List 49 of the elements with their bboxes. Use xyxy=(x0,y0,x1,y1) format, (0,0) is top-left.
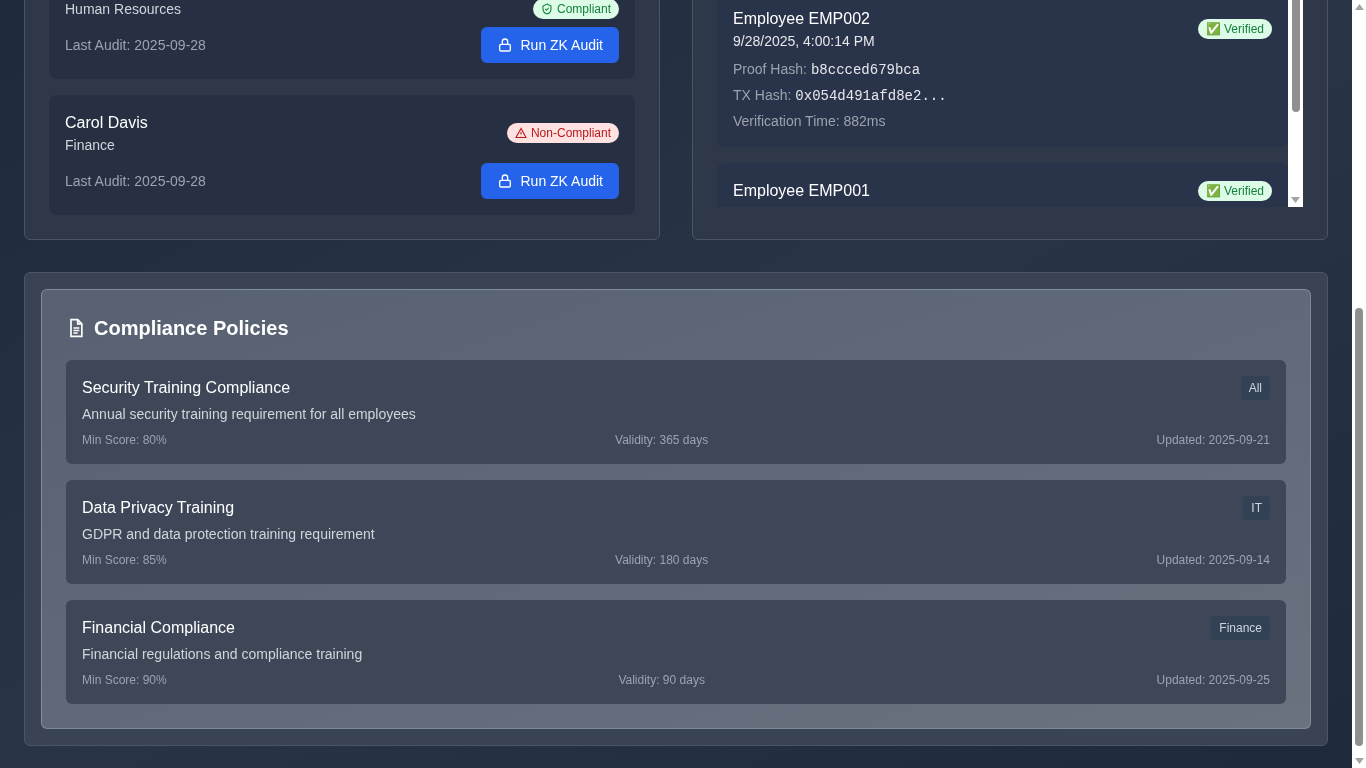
scrollbar[interactable] xyxy=(1288,0,1303,207)
employee-id: Employee EMP001 xyxy=(733,181,870,201)
section-title: Compliance Policies xyxy=(94,316,289,341)
scrollbar-thumb[interactable] xyxy=(1291,0,1300,112)
department: Finance xyxy=(65,136,116,155)
lock-icon xyxy=(496,173,513,189)
validity: Validity: 365 days xyxy=(615,432,709,448)
page-scrollbar[interactable] xyxy=(1352,0,1366,768)
employee-name: Carol Davis xyxy=(65,113,148,133)
department-tag: IT xyxy=(1243,496,1270,520)
scroll-up-icon[interactable] xyxy=(1354,4,1364,10)
validity: Validity: 90 days xyxy=(618,672,705,688)
min-score: Min Score: 85% xyxy=(82,552,167,568)
status-badge: Compliant xyxy=(532,0,619,19)
scroll-down-icon[interactable] xyxy=(1291,197,1300,203)
shield-check-icon xyxy=(540,3,553,15)
employee-id: Employee EMP002 xyxy=(733,9,871,29)
policy-name: Data Privacy Training xyxy=(82,498,235,518)
timestamp: 9/28/2025, 4:00:14 PM xyxy=(733,32,875,51)
lock-icon xyxy=(496,37,513,53)
verification-time: Verification Time: 882ms xyxy=(733,112,887,131)
updated-date: Updated: 2025-09-25 xyxy=(1156,672,1270,688)
hash-value: 0x054d491afd8e2... xyxy=(795,87,947,106)
policy-description: Financial regulations and compliance training xyxy=(82,645,364,664)
updated-date: Updated: 2025-09-14 xyxy=(1156,552,1270,568)
status-badge: Non-Compliant xyxy=(506,123,619,143)
updated-date: Updated: 2025-09-21 xyxy=(1156,432,1270,448)
min-score: Min Score: 80% xyxy=(82,432,167,448)
audit-button[interactable]: Run ZK Audit xyxy=(480,163,619,199)
department: Human Resources xyxy=(65,0,181,19)
min-score: Min Score: 90% xyxy=(82,672,167,688)
warning-icon xyxy=(514,127,527,139)
department-tag: All xyxy=(1240,376,1270,400)
department-tag: Finance xyxy=(1211,616,1270,640)
scroll-down-icon[interactable] xyxy=(1354,758,1364,764)
scrollbar-thumb[interactable] xyxy=(1355,308,1363,746)
verified-badge: ✅ Verified xyxy=(1197,19,1272,39)
last-audit: Last Audit: 2025-09-28 xyxy=(65,36,206,55)
label: TX Hash: xyxy=(733,86,792,105)
verified-badge: ✅ Verified xyxy=(1197,181,1272,201)
policy-description: Annual security training requirement for all employees xyxy=(82,405,417,424)
hash-value: b8ccced679bca xyxy=(810,61,921,80)
audit-button[interactable]: Run ZK Audit xyxy=(480,27,619,63)
policy-name: Financial Compliance xyxy=(82,618,235,638)
last-audit: Last Audit: 2025-09-28 xyxy=(65,172,206,191)
validity: Validity: 180 days xyxy=(615,552,709,568)
label: Proof Hash: xyxy=(733,60,807,79)
policy-description: GDPR and data protection training requirement xyxy=(82,525,376,544)
policy-name: Security Training Compliance xyxy=(82,378,291,398)
